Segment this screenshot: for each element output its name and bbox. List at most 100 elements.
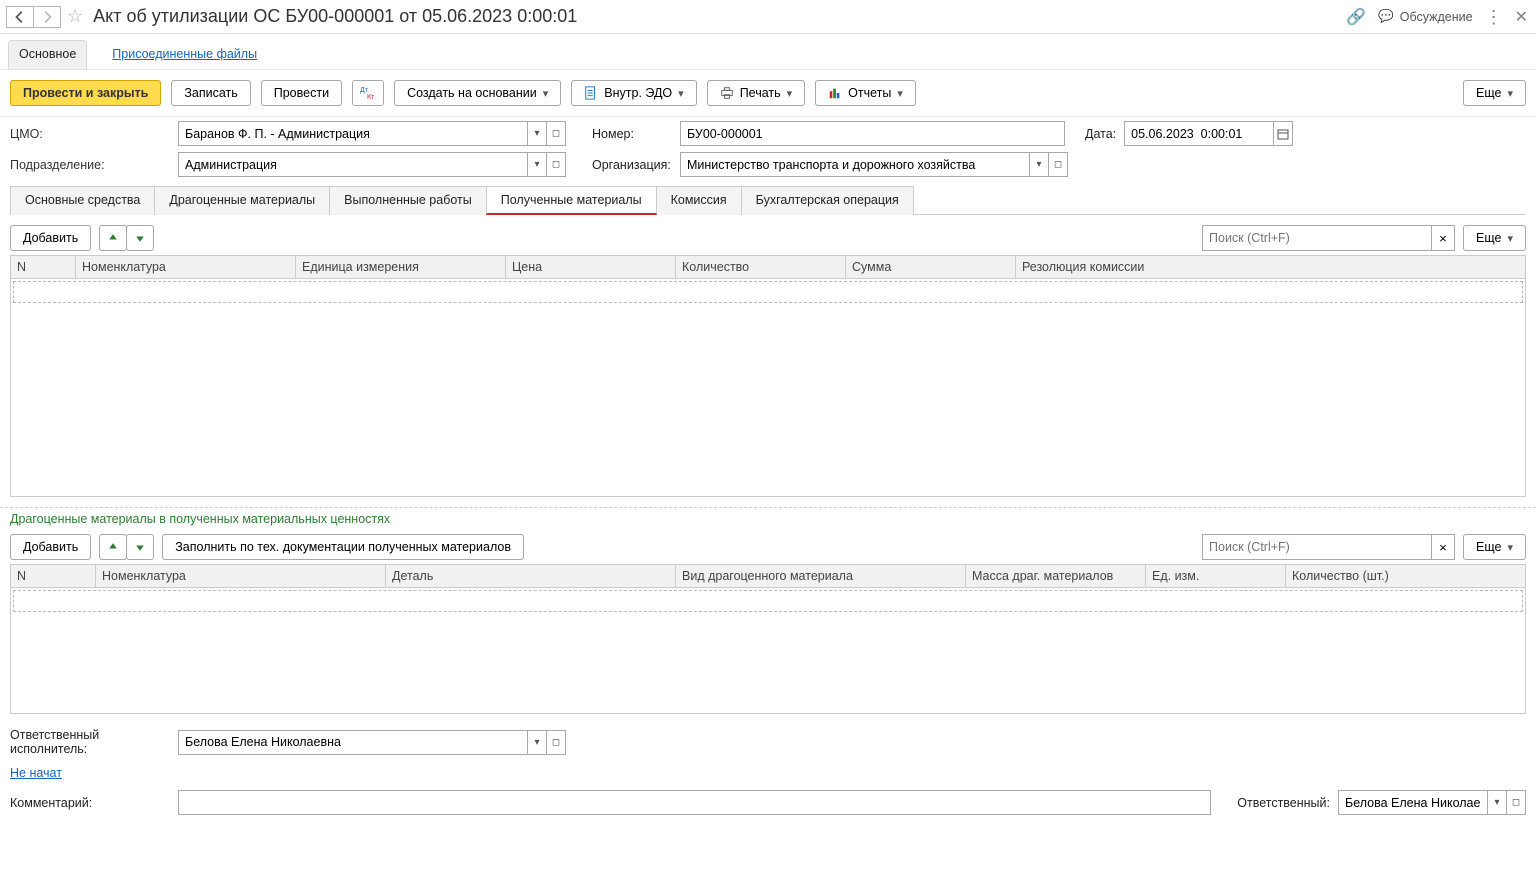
arrow-down-icon xyxy=(134,231,146,245)
cmo-input[interactable] xyxy=(178,121,528,146)
cmo-open-button[interactable]: ◻ xyxy=(546,121,566,146)
received-materials-section: Добавить × Еще N Номенклатура Единица из… xyxy=(0,215,1536,507)
cmo-dropdown-button[interactable]: ▾ xyxy=(527,121,547,146)
table2-fill-tech-button[interactable]: Заполнить по тех. документации полученны… xyxy=(162,534,524,560)
resp-dropdown-button[interactable]: ▾ xyxy=(1487,790,1507,815)
resp-label: Ответственный: xyxy=(1237,796,1330,810)
table2-search-input[interactable] xyxy=(1202,534,1432,560)
resp-input[interactable] xyxy=(1338,790,1488,815)
th2-detail[interactable]: Деталь xyxy=(386,565,676,588)
arrow-right-icon xyxy=(40,10,54,24)
nav-forward-button[interactable] xyxy=(33,6,61,28)
internal-edo-button[interactable]: Внутр. ЭДО xyxy=(571,80,696,106)
subnav-attached-files[interactable]: Присоединенные файлы xyxy=(101,40,268,69)
table1-move-down-button[interactable] xyxy=(126,225,154,251)
post-and-close-button[interactable]: Провести и закрыть xyxy=(10,80,161,106)
dept-input[interactable] xyxy=(178,152,528,177)
nav-back-button[interactable] xyxy=(6,6,34,28)
window-titlebar: ☆ Акт об утилизации ОС БУ00-000001 от 05… xyxy=(0,0,1536,34)
table2-search-clear-button[interactable]: × xyxy=(1431,534,1455,560)
tab-commission[interactable]: Комиссия xyxy=(656,186,742,215)
org-open-button[interactable]: ◻ xyxy=(1048,152,1068,177)
svg-text:Кт: Кт xyxy=(367,94,375,101)
dept-label: Подразделение: xyxy=(10,158,170,172)
calendar-button[interactable] xyxy=(1273,121,1293,146)
internal-edo-label: Внутр. ЭДО xyxy=(604,86,672,100)
number-input[interactable] xyxy=(680,121,1065,146)
reports-label: Отчеты xyxy=(848,86,891,100)
table1-move-up-button[interactable] xyxy=(99,225,127,251)
table1-search-input[interactable] xyxy=(1202,225,1432,251)
subnav: Основное Присоединенные файлы xyxy=(0,34,1536,70)
org-dropdown-button[interactable]: ▾ xyxy=(1029,152,1049,177)
discussion-label: Обсуждение xyxy=(1400,10,1473,24)
received-materials-table-body[interactable] xyxy=(10,279,1526,497)
subnav-main[interactable]: Основное xyxy=(8,40,87,69)
discussion-button[interactable]: 💬 Обсуждение xyxy=(1378,9,1472,24)
date-input[interactable] xyxy=(1124,121,1274,146)
th2-n[interactable]: N xyxy=(11,565,96,588)
resp-exec-label: Ответственный исполнитель: xyxy=(10,728,170,756)
table2-add-button[interactable]: Добавить xyxy=(10,534,91,560)
toolbar-more-button[interactable]: Еще xyxy=(1463,80,1526,106)
th-price[interactable]: Цена xyxy=(506,256,676,279)
th-qty[interactable]: Количество xyxy=(676,256,846,279)
precious-materials-table: N Номенклатура Деталь Вид драгоценного м… xyxy=(10,564,1526,588)
comment-input[interactable] xyxy=(178,790,1211,815)
table1-search-clear-button[interactable]: × xyxy=(1431,225,1455,251)
form-area: ЦМО: ▾ ◻ Номер: Дата: Подразделение: ▾ ◻… xyxy=(0,117,1536,215)
tab-precious-materials[interactable]: Драгоценные материалы xyxy=(154,186,330,215)
not-started-link[interactable]: Не начат xyxy=(10,766,62,780)
calendar-icon xyxy=(1277,128,1289,140)
th-resolution[interactable]: Резолюция комиссии xyxy=(1016,256,1526,279)
arrow-left-icon xyxy=(13,10,27,24)
comment-label: Комментарий: xyxy=(10,796,170,810)
dept-open-button[interactable]: ◻ xyxy=(546,152,566,177)
th2-mass[interactable]: Масса драг. материалов xyxy=(966,565,1146,588)
table2-move-up-button[interactable] xyxy=(99,534,127,560)
svg-text:Дт: Дт xyxy=(360,87,369,94)
org-input[interactable] xyxy=(680,152,1030,177)
th-sum[interactable]: Сумма xyxy=(846,256,1016,279)
tab-received-materials[interactable]: Полученные материалы xyxy=(486,186,657,215)
tab-fixed-assets[interactable]: Основные средства xyxy=(10,186,155,215)
create-based-on-button[interactable]: Создать на основании xyxy=(394,80,561,106)
close-icon[interactable]: ✕ xyxy=(1515,7,1528,27)
th-unit[interactable]: Единица измерения xyxy=(296,256,506,279)
arrow-up-icon xyxy=(107,231,119,245)
print-button[interactable]: Печать xyxy=(707,80,805,106)
arrow-down-icon xyxy=(134,540,146,554)
th2-nomen[interactable]: Номенклатура xyxy=(96,565,386,588)
resp-exec-input[interactable] xyxy=(178,730,528,755)
printer-icon xyxy=(720,86,734,100)
save-button[interactable]: Записать xyxy=(171,80,250,106)
number-label: Номер: xyxy=(592,127,672,141)
reports-button[interactable]: Отчеты xyxy=(815,80,916,106)
arrow-up-icon xyxy=(107,540,119,554)
resp-exec-dropdown-button[interactable]: ▾ xyxy=(527,730,547,755)
tab-accounting-operation[interactable]: Бухгалтерская операция xyxy=(741,186,914,215)
resp-exec-open-button[interactable]: ◻ xyxy=(546,730,566,755)
more-menu-icon[interactable]: ⋮ xyxy=(1485,8,1503,26)
table1-more-button[interactable]: Еще xyxy=(1463,225,1526,251)
precious-in-received-section: Добавить Заполнить по тех. документации … xyxy=(0,528,1536,724)
org-label: Организация: xyxy=(592,158,672,172)
dt-kt-button[interactable]: Дт Кт xyxy=(352,80,384,106)
precious-materials-table-body[interactable] xyxy=(10,588,1526,714)
th-n[interactable]: N xyxy=(11,256,76,279)
table2-more-button[interactable]: Еще xyxy=(1463,534,1526,560)
favorite-star-icon[interactable]: ☆ xyxy=(67,6,83,27)
th2-kind[interactable]: Вид драгоценного материала xyxy=(676,565,966,588)
tab-performed-works[interactable]: Выполненные работы xyxy=(329,186,487,215)
dept-dropdown-button[interactable]: ▾ xyxy=(527,152,547,177)
th2-unit[interactable]: Ед. изм. xyxy=(1146,565,1286,588)
table1-add-button[interactable]: Добавить xyxy=(10,225,91,251)
link-icon[interactable]: 🔗 xyxy=(1346,7,1366,27)
print-label: Печать xyxy=(740,86,781,100)
th-nomen[interactable]: Номенклатура xyxy=(76,256,296,279)
received-materials-table: N Номенклатура Единица измерения Цена Ко… xyxy=(10,255,1526,279)
table2-move-down-button[interactable] xyxy=(126,534,154,560)
th2-qty[interactable]: Количество (шт.) xyxy=(1286,565,1526,588)
post-button[interactable]: Провести xyxy=(261,80,342,106)
resp-open-button[interactable]: ◻ xyxy=(1506,790,1526,815)
